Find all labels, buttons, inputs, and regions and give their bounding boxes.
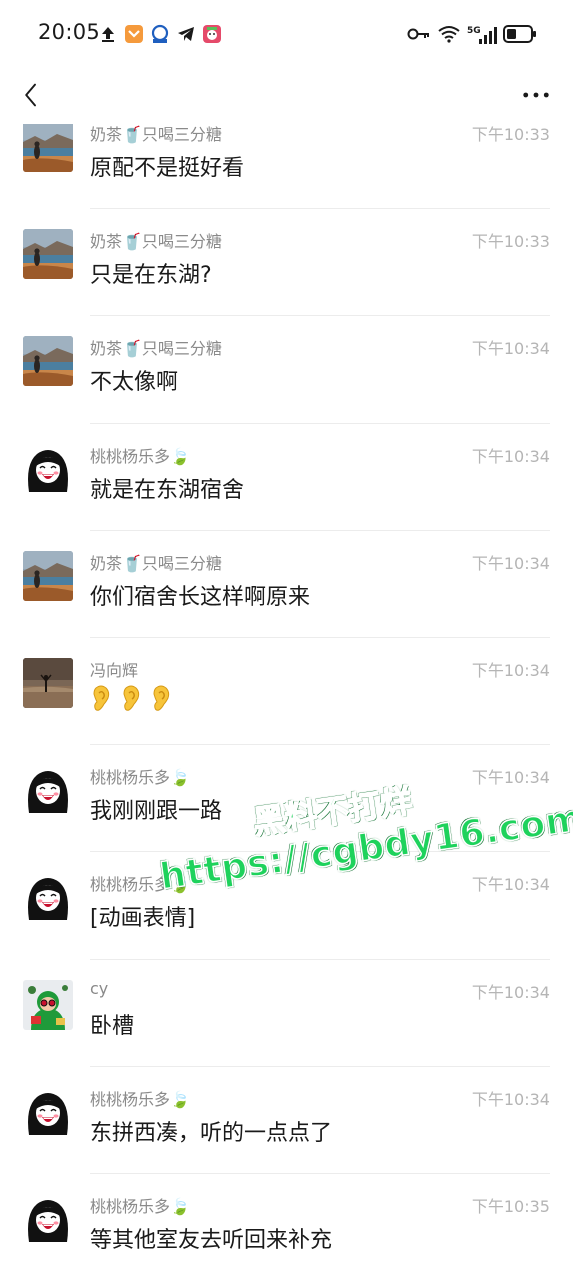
sender-name[interactable]: 奶茶🥤只喝三分糖: [90, 335, 222, 359]
status-bar: 20:05 5G: [0, 0, 573, 66]
message-item[interactable]: 桃桃杨乐多🍃 下午10:34 东拼西凑，听的一点点了: [0, 1067, 573, 1174]
sender-name[interactable]: 桃桃杨乐多🍃: [90, 764, 190, 788]
avatar[interactable]: [23, 229, 73, 280]
chevron-left-icon: [25, 83, 36, 107]
message-timestamp: 下午10:33: [471, 125, 550, 144]
message-timestamp: 下午10:34: [471, 553, 550, 573]
message-text[interactable]: [动画表情]: [90, 900, 195, 932]
message-item[interactable]: 奶茶🥤只喝三分糖 下午10:33 原配不是挺好看: [0, 124, 573, 210]
message-timestamp: 下午10:34: [471, 1089, 550, 1109]
message-timestamp: 下午10:34: [471, 660, 550, 680]
message-timestamp: 下午10:33: [471, 232, 550, 252]
ear-emoji-icon: [120, 684, 142, 716]
message-timestamp: 下午10:34: [471, 768, 550, 788]
sender-name[interactable]: 桃桃杨乐多🍃: [90, 1086, 190, 1110]
network-type-label: 5G: [467, 26, 481, 36]
wifi-icon: [437, 24, 461, 44]
message-timestamp: 下午10:34: [471, 446, 550, 466]
message-item[interactable]: 桃桃杨乐多🍃 下午10:35 等其他室友去听回来补充: [0, 1174, 573, 1280]
sender-name[interactable]: 桃桃杨乐多🍃: [90, 443, 190, 467]
message-item[interactable]: 奶茶🥤只喝三分糖 下午10:34 不太像啊: [0, 316, 573, 424]
message-text[interactable]: 原配不是挺好看: [90, 150, 244, 182]
upload-arrow-icon: [98, 24, 118, 44]
message-text[interactable]: 你们宿舍长这样啊原来: [90, 579, 310, 611]
message-item[interactable]: cy 下午10:34 卧槽: [0, 960, 573, 1067]
message-text[interactable]: 东拼西凑，听的一点点了: [90, 1115, 332, 1147]
shield-app-icon: [124, 24, 144, 44]
message-timestamp: 下午10:34: [471, 339, 550, 359]
message-timestamp: 下午10:34: [471, 982, 550, 1002]
message-text[interactable]: 只是在东湖?: [90, 257, 212, 289]
message-text[interactable]: 不太像啊: [90, 364, 178, 396]
more-options-button[interactable]: [519, 78, 553, 112]
more-dots-icon: [523, 92, 549, 98]
message-list[interactable]: 奶茶🥤只喝三分糖 下午10:33 原配不是挺好看 奶茶🥤只喝三分糖 下午10:33 只是…: [0, 124, 573, 1280]
message-text[interactable]: 我刚刚跟一路: [90, 793, 222, 825]
avatar[interactable]: [23, 124, 73, 172]
message-item[interactable]: 奶茶🥤只喝三分糖 下午10:33 只是在东湖?: [0, 209, 573, 317]
sender-name[interactable]: cy: [90, 979, 108, 998]
avatar[interactable]: [23, 1086, 73, 1137]
status-system-icons: 5G: [407, 22, 537, 46]
message-item[interactable]: 桃桃杨乐多🍃 下午10:34 就是在东湖宿舍: [0, 424, 573, 531]
message-text[interactable]: 就是在东湖宿舍: [90, 472, 244, 504]
status-notification-icons: [98, 23, 222, 45]
message-text[interactable]: 等其他室友去听回来补充: [90, 1222, 332, 1254]
bank-app-icon: [150, 24, 170, 44]
ear-emoji-icon: [90, 684, 112, 716]
sender-name[interactable]: 桃桃杨乐多🍃: [90, 1193, 190, 1217]
avatar[interactable]: [23, 550, 73, 601]
message-timestamp: 下午10:34: [471, 875, 550, 895]
message-item[interactable]: 冯向辉 下午10:34: [0, 638, 573, 746]
avatar[interactable]: [23, 336, 73, 387]
message-item[interactable]: 桃桃杨乐多🍃 下午10:34 [动画表情]: [0, 852, 573, 960]
avatar[interactable]: [23, 443, 73, 494]
sender-name[interactable]: 奶茶🥤只喝三分糖: [90, 550, 222, 574]
battery-icon: [503, 25, 537, 43]
avatar[interactable]: [23, 979, 73, 1030]
back-button[interactable]: [14, 78, 48, 112]
nav-bar: [0, 66, 573, 124]
message-item[interactable]: 桃桃杨乐多🍃 下午10:34 我刚刚跟一路: [0, 745, 573, 853]
avatar[interactable]: [23, 657, 73, 708]
status-time: 20:05: [38, 20, 101, 44]
sender-name[interactable]: 奶茶🥤只喝三分糖: [90, 124, 222, 145]
ear-emoji-icon: [150, 684, 172, 716]
avatar[interactable]: [23, 872, 73, 923]
sender-name[interactable]: 桃桃杨乐多🍃: [90, 871, 190, 895]
avatar[interactable]: [23, 1193, 73, 1244]
message-text[interactable]: 卧槽: [90, 1008, 134, 1040]
avatar[interactable]: [23, 765, 73, 816]
sender-name[interactable]: 奶茶🥤只喝三分糖: [90, 228, 222, 252]
game-app-icon: [202, 24, 222, 44]
sender-name[interactable]: 冯向辉: [90, 657, 138, 681]
telegram-icon: [176, 24, 196, 44]
key-icon: [407, 24, 431, 44]
message-item[interactable]: 奶茶🥤只喝三分糖 下午10:34 你们宿舍长这样啊原来: [0, 531, 573, 638]
message-timestamp: 下午10:35: [471, 1196, 550, 1216]
cellular-signal-icon: 5G: [467, 24, 497, 44]
message-text[interactable]: [90, 684, 172, 716]
